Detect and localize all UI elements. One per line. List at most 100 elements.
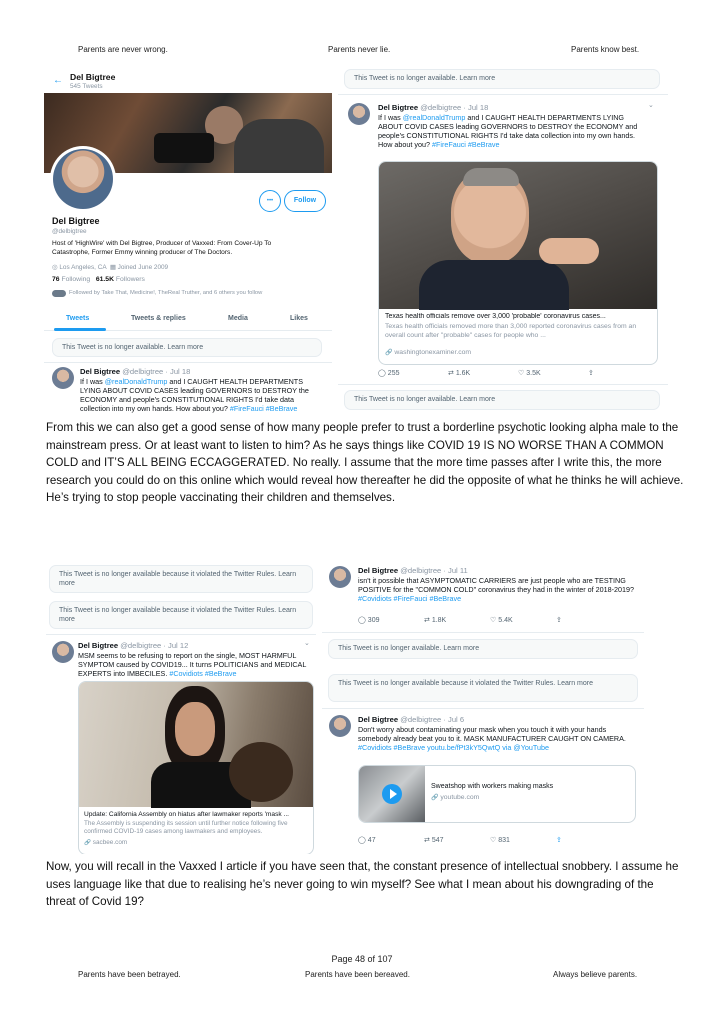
like-button[interactable]: ♡ 5.4K (490, 616, 556, 624)
chevron-down-icon[interactable]: ⌄ (648, 101, 654, 109)
back-arrow-icon[interactable]: ← (53, 75, 63, 86)
unavailable-box: This Tweet is no longer available. Learn… (328, 639, 638, 659)
tweet-avatar[interactable] (329, 715, 351, 737)
retweet-button[interactable]: ⇄ 1.6K (448, 369, 518, 377)
hashtag-links[interactable]: #Covidiots #BeBrave (169, 669, 236, 678)
link-card-image (379, 162, 657, 310)
share-button[interactable]: ⇪ (556, 836, 596, 844)
profile-screenshot: ← Del Bigtree 545 Tweets ••• Follow Del … (44, 66, 332, 418)
unavailable-text-bottom[interactable]: This Tweet is no longer available. Learn… (354, 396, 495, 403)
profile-meta: ◎ Los Angeles, CA ▦ Joined June 2009 (52, 263, 168, 271)
tweet-avatar[interactable] (348, 103, 370, 125)
tweet-count: 545 Tweets (70, 83, 103, 90)
chevron-down-icon[interactable]: ⌄ (304, 639, 310, 647)
header-center: Parents never lie. (328, 45, 391, 54)
link-card-domain: 🔗 washingtonexaminer.com (385, 349, 471, 356)
link-icon: 🔗 (84, 840, 91, 846)
following-label[interactable]: Following (61, 276, 90, 283)
tweet-actions: ◯ 47 ⇄ 547 ♡ 831 ⇪ (358, 836, 638, 844)
share-icon: ⇪ (556, 617, 562, 624)
link-card-domain: 🔗 sacbee.com (84, 839, 127, 846)
link-card-image (79, 682, 313, 808)
retweet-icon: ⇄ (424, 617, 430, 624)
tab-tweets-replies[interactable]: Tweets & replies (131, 315, 186, 322)
violated-text-1[interactable]: This Tweet is no longer available becaus… (59, 571, 296, 587)
mention-link[interactable]: @realDonaldTrump (105, 377, 168, 386)
footer-left: Parents have been betrayed. (78, 970, 181, 979)
tweet-screenshot-bottom-right: Del Bigtree @delbigtree · Jul 11 isn't i… (322, 562, 644, 854)
hashtag-links[interactable]: #Covidiots #FireFauci #BeBrave (358, 594, 461, 603)
follow-button[interactable]: Follow (284, 190, 326, 212)
violated-text[interactable]: This Tweet is no longer available becaus… (338, 680, 593, 687)
tweet-meta: @delbigtree · Jul 6 (400, 715, 465, 724)
reply-icon: ◯ (358, 837, 366, 844)
unavailable-tweet-text[interactable]: This Tweet is no longer available. Learn… (62, 344, 203, 351)
hashtag-links[interactable]: #FireFauci #BeBrave (432, 140, 500, 149)
video-card-domain: 🔗 youtube.com (431, 794, 479, 801)
paragraph-2: Now, you will recall in the Vaxxed I art… (46, 860, 679, 909)
retweet-button[interactable]: ⇄ 1.8K (424, 616, 490, 624)
tweet-meta: @delbigtree · Jul 11 (400, 566, 468, 575)
footer-right: Always believe parents. (553, 970, 638, 979)
page-number: Page 48 of 107 (331, 954, 393, 964)
footer-center: Parents have been bereaved. (305, 970, 410, 979)
like-icon: ♡ (490, 617, 497, 624)
more-button[interactable]: ••• (259, 190, 281, 212)
reply-button[interactable]: ◯ 309 (358, 616, 424, 624)
reply-icon: ◯ (358, 617, 366, 624)
link-card-description: The Assembly is suspending its session u… (84, 820, 288, 836)
video-card[interactable]: Sweatshop with workers making masks 🔗 yo… (358, 765, 636, 823)
hashtag-links[interactable]: #FireFauci #BeBrave (230, 404, 298, 413)
unavailable-text[interactable]: This Tweet is no longer available. Learn… (338, 645, 479, 652)
profile-avatar[interactable] (50, 146, 116, 212)
like-button[interactable]: ♡ 831 (490, 836, 556, 844)
tweet-author: Del Bigtree @delbigtree · Jul 18 (378, 103, 488, 112)
mention-link[interactable]: @realDonaldTrump (403, 113, 466, 122)
like-button[interactable]: ♡ 3.5K (518, 369, 588, 377)
tweet-links[interactable]: #Covidiots #BeBrave youtu.be/fPt3kY5QwtQ… (358, 743, 549, 752)
tweet-author-name[interactable]: Del Bigtree (358, 715, 398, 724)
retweet-icon: ⇄ (448, 370, 454, 377)
tweet-meta: @delbigtree · Jul 18 (122, 367, 191, 376)
violated-box-1: This Tweet is no longer available becaus… (49, 565, 313, 593)
unavailable-text-top[interactable]: This Tweet is no longer available. Learn… (354, 75, 495, 82)
like-icon: ♡ (518, 370, 525, 377)
tweet-author-name[interactable]: Del Bigtree (78, 641, 118, 650)
tab-likes[interactable]: Likes (290, 315, 308, 322)
violated-text-2[interactable]: This Tweet is no longer available becaus… (59, 607, 296, 623)
tab-tweets[interactable]: Tweets (66, 315, 89, 322)
tab-media[interactable]: Media (228, 315, 248, 322)
play-icon[interactable] (382, 784, 402, 804)
tweet-avatar[interactable] (52, 367, 74, 389)
link-card-description: Texas health officials removed more than… (385, 323, 637, 339)
followed-by-text[interactable]: Followed by Take That, Medicine!, TheRea… (69, 290, 262, 296)
reply-button[interactable]: ◯ 255 (378, 369, 448, 377)
link-card[interactable]: Update: California Assembly on hiatus af… (78, 681, 314, 854)
retweet-icon: ⇄ (424, 837, 430, 844)
following-count[interactable]: 76 (52, 276, 60, 283)
link-icon: 🔗 (385, 350, 393, 356)
tweet-screenshot-top-right: This Tweet is no longer available. Learn… (338, 66, 668, 414)
profile-header-name: Del Bigtree (70, 72, 116, 82)
tweet-author-name[interactable]: Del Bigtree (358, 566, 398, 575)
tweet-text: Don't worry about contaminating your mas… (358, 725, 626, 752)
link-card-title: Texas health officials remove over 3,000… (385, 313, 606, 320)
tweet-text: If I was @realDonaldTrump and I CAUGHT H… (80, 377, 309, 413)
tweet-avatar[interactable] (329, 566, 351, 588)
video-thumbnail (359, 766, 425, 822)
violated-box-2: This Tweet is no longer available becaus… (49, 601, 313, 629)
tweet-author-name[interactable]: Del Bigtree (378, 103, 418, 112)
share-button[interactable]: ⇪ (556, 616, 596, 624)
reply-button[interactable]: ◯ 47 (358, 836, 424, 844)
link-card[interactable]: Texas health officials remove over 3,000… (378, 161, 658, 365)
share-button[interactable]: ⇪ (588, 369, 628, 377)
followers-label[interactable]: Followers (116, 276, 145, 283)
retweet-button[interactable]: ⇄ 547 (424, 836, 490, 844)
paragraph-1: From this we can also get a good sense o… (46, 421, 684, 505)
profile-tabs: Tweets Tweets & replies Media Likes (44, 310, 332, 332)
tweet-avatar[interactable] (52, 641, 74, 663)
location-text: Los Angeles, CA (59, 264, 107, 271)
followers-count[interactable]: 61.5K (96, 276, 114, 283)
tweet-author-name[interactable]: Del Bigtree (80, 367, 120, 376)
tweet-text: isn't it possible that ASYMPTOMATIC CARR… (358, 576, 634, 603)
